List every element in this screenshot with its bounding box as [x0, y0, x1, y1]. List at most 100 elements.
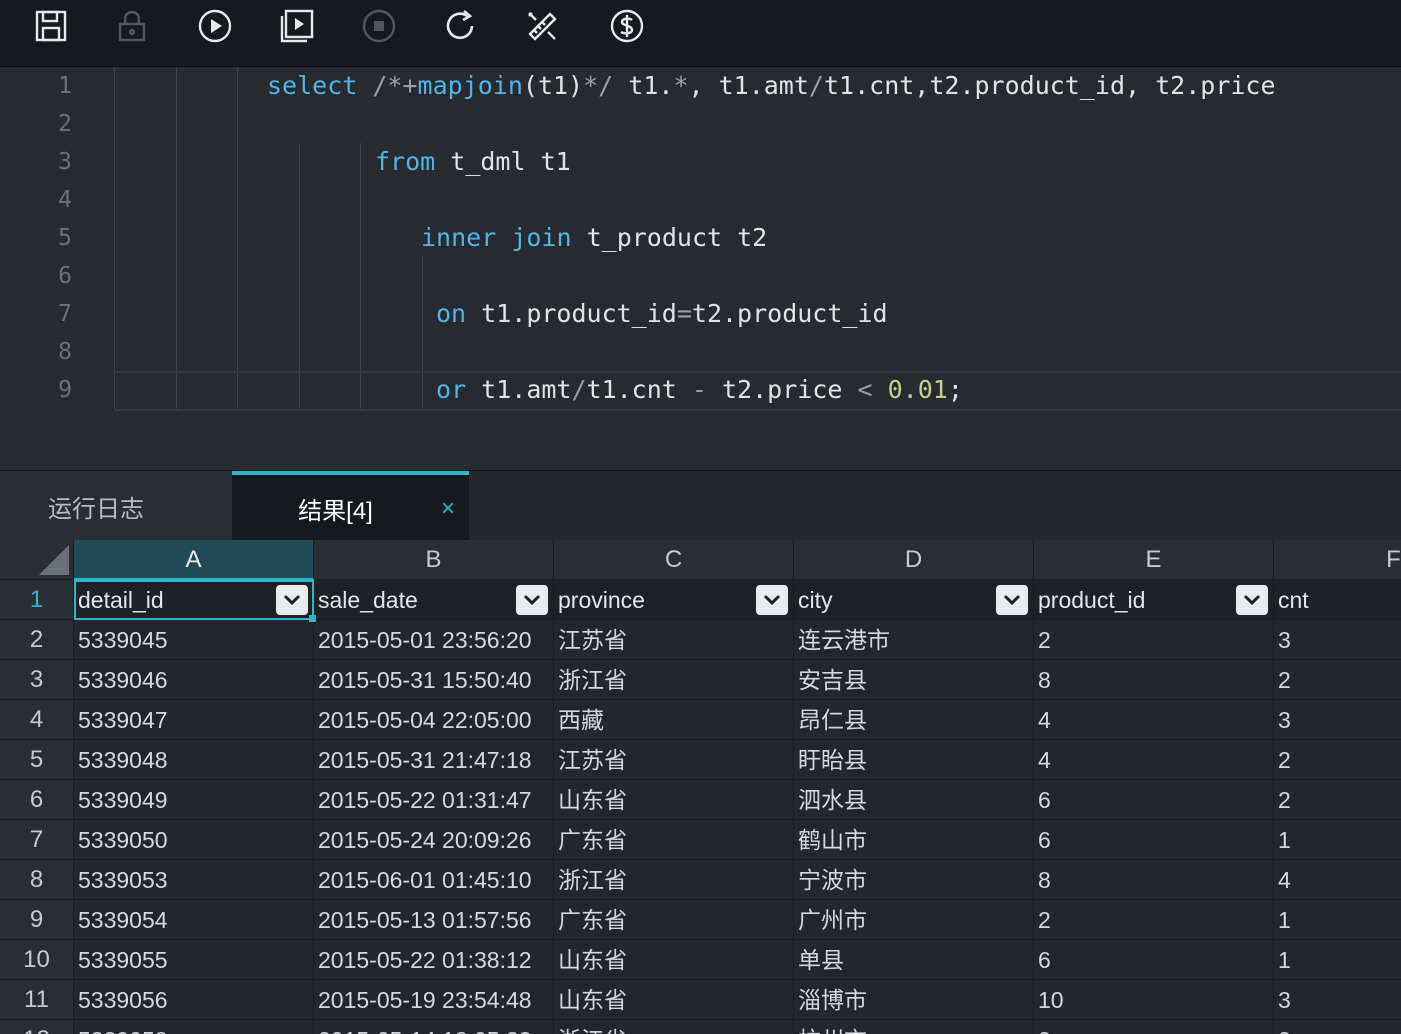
table-cell[interactable]: 广东省: [554, 900, 794, 940]
table-cell[interactable]: 江苏省: [554, 740, 794, 780]
row-header[interactable]: 5: [0, 740, 74, 780]
table-cell[interactable]: 5339058: [74, 1020, 314, 1034]
table-cell[interactable]: 2015-06-01 01:45:10: [314, 860, 554, 900]
table-cell[interactable]: 4: [1034, 740, 1274, 780]
table-cell[interactable]: 2015-05-31 21:47:18: [314, 740, 554, 780]
filter-dropdown-button[interactable]: [516, 585, 548, 615]
table-cell[interactable]: 8: [1034, 660, 1274, 700]
table-cell[interactable]: 2015-05-22 01:31:47: [314, 780, 554, 820]
header-cell[interactable]: product_id: [1034, 580, 1274, 620]
header-cell[interactable]: province: [554, 580, 794, 620]
row-header[interactable]: 10: [0, 940, 74, 980]
table-cell[interactable]: 西藏: [554, 700, 794, 740]
header-cell[interactable]: sale_date: [314, 580, 554, 620]
table-cell[interactable]: 1: [1274, 900, 1401, 940]
sql-editor[interactable]: 1 2 3 4 5 6 7 8 9 select /*+mapjoin(t1)*…: [0, 67, 1401, 470]
cost-estimate-button[interactable]: [607, 6, 647, 46]
header-cell[interactable]: detail_id: [74, 580, 314, 620]
table-cell[interactable]: 广东省: [554, 820, 794, 860]
header-cell[interactable]: city: [794, 580, 1034, 620]
row-header[interactable]: 4: [0, 700, 74, 740]
table-cell[interactable]: 广州市: [794, 900, 1034, 940]
table-cell[interactable]: 4: [1034, 700, 1274, 740]
table-cell[interactable]: 2: [1034, 620, 1274, 660]
row-header[interactable]: 8: [0, 860, 74, 900]
lock-button[interactable]: [112, 6, 152, 46]
table-cell[interactable]: 2015-05-13 01:57:56: [314, 900, 554, 940]
table-cell[interactable]: 5339045: [74, 620, 314, 660]
column-header-d[interactable]: D: [794, 540, 1034, 580]
column-header-b[interactable]: B: [314, 540, 554, 580]
row-header[interactable]: 1: [0, 580, 74, 620]
run-button[interactable]: [195, 6, 235, 46]
table-cell[interactable]: 山东省: [554, 780, 794, 820]
table-cell[interactable]: 2015-05-22 01:38:12: [314, 940, 554, 980]
row-header[interactable]: 2: [0, 620, 74, 660]
table-cell[interactable]: 5339055: [74, 940, 314, 980]
table-cell[interactable]: 4: [1274, 860, 1401, 900]
table-cell[interactable]: 单县: [794, 940, 1034, 980]
row-header[interactable]: 11: [0, 980, 74, 1020]
table-cell[interactable]: 10: [1034, 980, 1274, 1020]
column-header-c[interactable]: C: [554, 540, 794, 580]
table-cell[interactable]: 浙江省: [554, 660, 794, 700]
stop-button[interactable]: [359, 6, 399, 46]
result-grid[interactable]: A B C D E F 1 detail_id sale_date province city pro…: [0, 540, 1401, 1034]
row-header[interactable]: 6: [0, 780, 74, 820]
row-header[interactable]: 3: [0, 660, 74, 700]
table-cell[interactable]: 5339046: [74, 660, 314, 700]
table-cell[interactable]: 连云港市: [794, 620, 1034, 660]
table-cell[interactable]: 2: [1034, 900, 1274, 940]
row-header[interactable]: 7: [0, 820, 74, 860]
table-cell[interactable]: 5339054: [74, 900, 314, 940]
table-cell[interactable]: 盱眙县: [794, 740, 1034, 780]
table-cell[interactable]: 2015-05-01 23:56:20: [314, 620, 554, 660]
run-selected-button[interactable]: [277, 6, 317, 46]
header-cell[interactable]: cnt: [1274, 580, 1401, 620]
table-cell[interactable]: 5339053: [74, 860, 314, 900]
table-cell[interactable]: 1: [1274, 940, 1401, 980]
table-cell[interactable]: 山东省: [554, 940, 794, 980]
table-cell[interactable]: 2015-05-19 23:54:48: [314, 980, 554, 1020]
select-all-corner[interactable]: [0, 540, 74, 580]
column-header-f[interactable]: F: [1274, 540, 1401, 580]
table-cell[interactable]: 3: [1274, 620, 1401, 660]
column-header-a[interactable]: A: [74, 540, 314, 580]
filter-dropdown-button[interactable]: [276, 585, 308, 615]
format-tools-button[interactable]: [522, 6, 562, 46]
table-cell[interactable]: 6: [1034, 940, 1274, 980]
table-cell[interactable]: 淄博市: [794, 980, 1034, 1020]
table-cell[interactable]: 浙江省: [554, 1020, 794, 1034]
table-cell[interactable]: 1: [1274, 820, 1401, 860]
table-cell[interactable]: 5339048: [74, 740, 314, 780]
table-cell[interactable]: 泗水县: [794, 780, 1034, 820]
table-cell[interactable]: 6: [1034, 820, 1274, 860]
table-cell[interactable]: 5339050: [74, 820, 314, 860]
table-cell[interactable]: 5339049: [74, 780, 314, 820]
table-cell[interactable]: 2: [1274, 780, 1401, 820]
table-cell[interactable]: 2015-05-31 15:50:40: [314, 660, 554, 700]
table-cell[interactable]: 2: [1274, 660, 1401, 700]
table-cell[interactable]: 安吉县: [794, 660, 1034, 700]
table-cell[interactable]: 2: [1274, 1020, 1401, 1034]
table-cell[interactable]: 5339056: [74, 980, 314, 1020]
table-cell[interactable]: 2: [1034, 1020, 1274, 1034]
table-cell[interactable]: 鹤山市: [794, 820, 1034, 860]
table-cell[interactable]: 2: [1274, 740, 1401, 780]
column-header-e[interactable]: E: [1034, 540, 1274, 580]
table-cell[interactable]: 3: [1274, 980, 1401, 1020]
save-button[interactable]: [31, 6, 71, 46]
filter-dropdown-button[interactable]: [756, 585, 788, 615]
tab-result[interactable]: 结果[4] ×: [232, 471, 469, 541]
table-cell[interactable]: 浙江省: [554, 860, 794, 900]
table-cell[interactable]: 宁波市: [794, 860, 1034, 900]
row-header[interactable]: 9: [0, 900, 74, 940]
selection-fill-handle[interactable]: [309, 615, 316, 622]
table-cell[interactable]: 2015-05-14 18:05:33: [314, 1020, 554, 1034]
table-cell[interactable]: 江苏省: [554, 620, 794, 660]
table-cell[interactable]: 3: [1274, 700, 1401, 740]
table-cell[interactable]: 8: [1034, 860, 1274, 900]
table-cell[interactable]: 2015-05-24 20:09:26: [314, 820, 554, 860]
tab-run-log[interactable]: 运行日志: [0, 471, 232, 541]
table-cell[interactable]: 山东省: [554, 980, 794, 1020]
